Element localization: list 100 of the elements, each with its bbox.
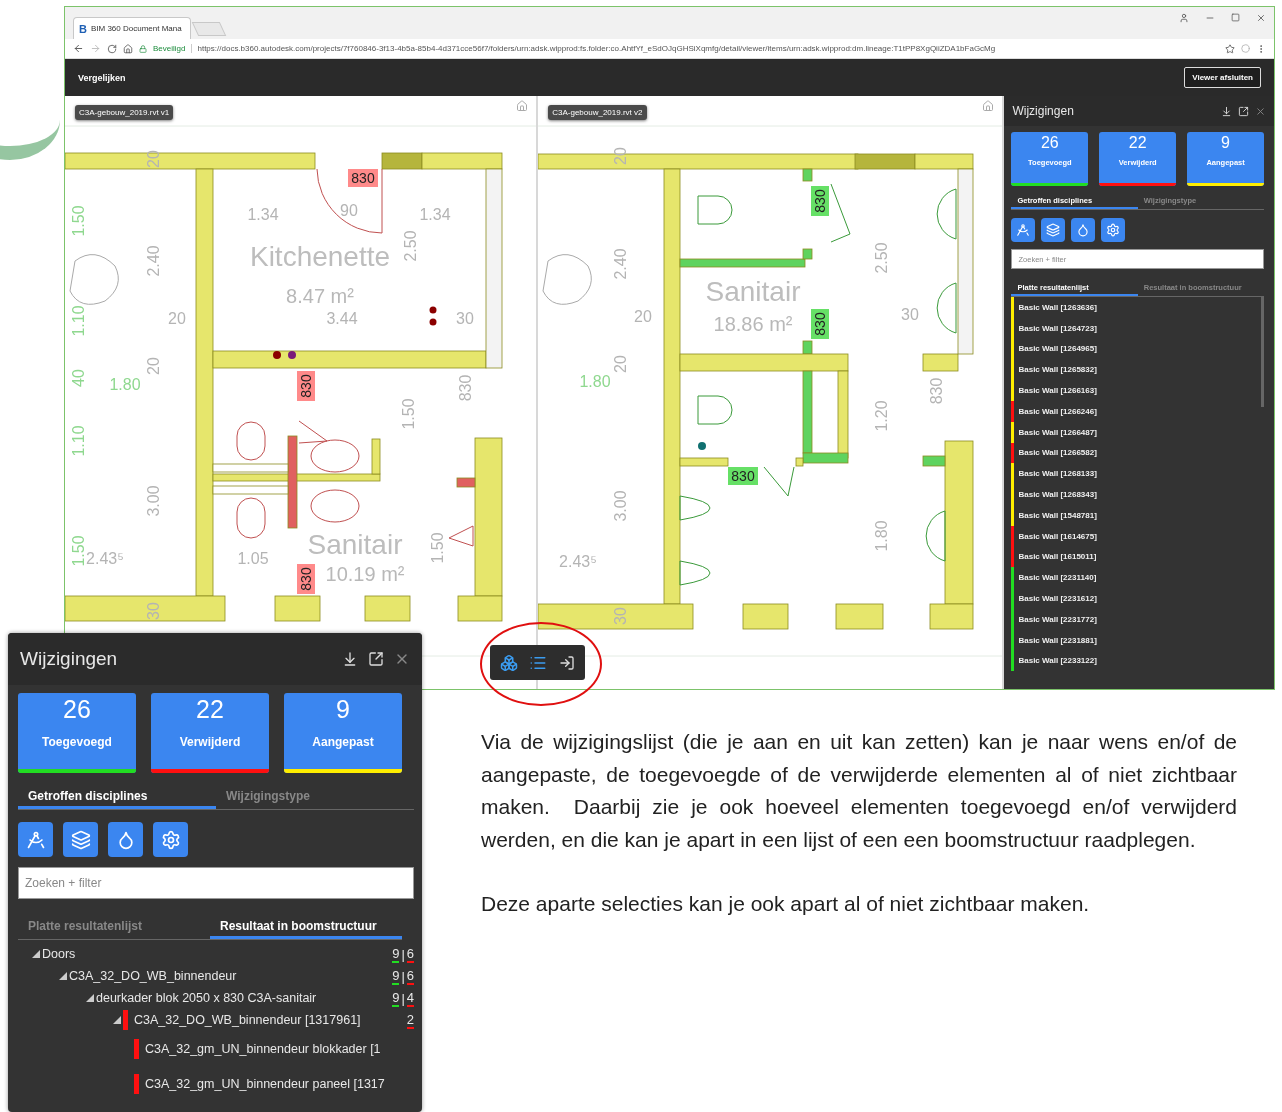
close-viewer-button[interactable]: Viewer afsluiten xyxy=(1184,67,1261,88)
back-icon[interactable] xyxy=(73,43,84,54)
discipline-button[interactable] xyxy=(1041,218,1066,242)
expanded-triangle-icon[interactable] xyxy=(59,972,67,980)
change-summary-card[interactable]: 22 Verwijderd xyxy=(151,693,269,773)
bookmark-star-icon[interactable] xyxy=(1225,43,1235,54)
marker-dot xyxy=(429,318,437,326)
dimension-label: 1.50 xyxy=(69,535,87,567)
result-item[interactable]: Basic Wall [1266487] xyxy=(1014,427,1097,437)
close-icon[interactable] xyxy=(1256,13,1266,23)
url-field[interactable]: https://docs.b360.autodesk.com/projects/7f760846-3f13-4b5a-85b4-4d371cce56f7/folders/urn:adsk.wipprod:fs.folder:co.AhtfYf_eSdOJqGHSiXqmfg/detail/viewer/items/urn:adsk.wipprod:dm.lineage:T1tPP8XgQiiZDA1bFaGcMg xyxy=(191,44,1219,53)
tree-item-label[interactable]: C3A_32_DO_WB_binnendeur [1317961] xyxy=(134,1013,407,1027)
result-item[interactable]: Basic Wall [1266582] xyxy=(1014,448,1097,458)
tree-item-label[interactable]: C3A_32_DO_WB_binnendeur xyxy=(69,969,393,983)
dimension-label: 1.34 xyxy=(247,205,279,223)
change-count: 22 xyxy=(1128,134,1147,152)
discipline-button[interactable] xyxy=(1011,218,1036,242)
change-type-label: Aangepast xyxy=(312,735,374,751)
panel-tab[interactable]: Getroffen disciplines xyxy=(18,789,216,809)
expanded-triangle-icon[interactable] xyxy=(32,950,40,958)
panel-tab[interactable]: Platte resultatenlijst xyxy=(18,919,210,939)
dimension-label: 20 xyxy=(144,150,162,168)
dimension-label: 1.80 xyxy=(579,372,611,390)
secure-label: Beveiligd xyxy=(153,44,186,53)
tree-item-label[interactable]: C3A_32_gm_UN_binnendeur blokkader [1 xyxy=(145,1041,414,1056)
dimension-label: 3.00 xyxy=(611,490,629,522)
home-icon[interactable] xyxy=(516,100,529,112)
result-item[interactable]: Basic Wall [2231612] xyxy=(1014,594,1097,604)
pop-out-icon[interactable] xyxy=(1238,105,1249,117)
toilet xyxy=(697,195,733,225)
toilet xyxy=(236,421,266,461)
count-separator: | xyxy=(401,990,405,1006)
change-summary-card[interactable]: 9 Aangepast xyxy=(284,693,402,773)
count-separator: | xyxy=(401,946,405,962)
door-swing xyxy=(298,420,328,444)
result-item[interactable]: Basic Wall [1268343] xyxy=(1014,490,1097,500)
discipline-button[interactable] xyxy=(1101,218,1126,242)
dimension-label: 20 xyxy=(611,147,629,165)
result-item[interactable]: Basic Wall [1266246] xyxy=(1014,406,1097,416)
result-item[interactable]: Basic Wall [2233122] xyxy=(1014,656,1097,666)
door-swing xyxy=(316,168,383,234)
room-area: 18.86 m² xyxy=(713,313,793,335)
change-count: 9 xyxy=(336,695,350,724)
body-paragraph: Via de wijzigingslijst (die je aan en uit kan zetten) kan je naar wens en/of de aangepaste, de toegevoegde of de verwijderde elementen al of niet zichtbaar maken. Daarbij zie je ook hoeveel elementen toegevoegd en/of verwijderd werden, en die kan je apart in een lijst of een een boomstructuur raadplegen. xyxy=(481,729,1237,853)
file-version-label: C3A-gebouw_2019.rvt v2 xyxy=(548,105,647,120)
door-width-tag: 830 xyxy=(728,467,759,485)
close-icon[interactable] xyxy=(1255,105,1266,117)
scrollbar-thumb[interactable] xyxy=(1261,297,1264,407)
download-icon[interactable] xyxy=(1221,105,1232,117)
dimension-label: 1.80 xyxy=(872,520,890,552)
tab-title: BIM 360 Document Mana xyxy=(90,24,182,33)
result-item[interactable]: Basic Wall [1264965] xyxy=(1014,344,1097,354)
result-item[interactable]: Basic Wall [1615011] xyxy=(1014,552,1097,562)
result-item[interactable]: Basic Wall [1266163] xyxy=(1014,386,1097,396)
result-item[interactable]: Basic Wall [1265832] xyxy=(1014,365,1097,375)
discipline-button[interactable] xyxy=(1071,218,1096,242)
expanded-triangle-icon[interactable] xyxy=(86,994,94,1002)
door-width-tag: 830 xyxy=(297,371,315,401)
tree-item-label[interactable]: Doors xyxy=(42,947,393,961)
panel-tab[interactable]: Wijzigingstype xyxy=(216,789,414,809)
panel-tab[interactable]: Resultaat in boomstructuur xyxy=(210,919,402,939)
dimension-label: 3.44 xyxy=(326,309,358,327)
search-field[interactable]: Zoeken + filter xyxy=(18,867,414,899)
result-item[interactable]: Basic Wall [1614675] xyxy=(1014,531,1097,541)
user-icon[interactable] xyxy=(1179,13,1189,23)
layers-icon xyxy=(70,829,91,850)
wall xyxy=(274,595,321,622)
maximize-icon[interactable] xyxy=(1231,13,1240,22)
result-item[interactable]: Basic Wall [1264723] xyxy=(1014,323,1097,333)
change-summary-card[interactable]: 26 Toegevoegd xyxy=(18,693,136,773)
room-name: Kitchenette xyxy=(249,240,391,272)
room-name: Sanitair xyxy=(705,275,801,307)
download-icon[interactable] xyxy=(342,651,358,667)
result-item[interactable]: Basic Wall [2231772] xyxy=(1014,614,1097,624)
result-item[interactable]: Basic Wall [1263636] xyxy=(1014,302,1097,312)
dimension-label: 20 xyxy=(168,309,186,327)
home-icon[interactable] xyxy=(123,43,133,54)
result-item[interactable]: Basic Wall [2231881] xyxy=(1014,635,1097,645)
browser-tab[interactable]: B BIM 360 Document Mana xyxy=(73,17,191,39)
result-item[interactable]: Basic Wall [2231140] xyxy=(1014,573,1097,583)
tree-item-label[interactable]: C3A_32_gm_UN_binnendeur paneel [1317 xyxy=(145,1076,414,1091)
expanded-triangle-icon[interactable] xyxy=(113,1016,121,1024)
result-item[interactable]: Basic Wall [1268133] xyxy=(1014,469,1097,479)
tree-item-label[interactable]: deurkader blok 2050 x 830 C3A-sanitair xyxy=(96,991,393,1005)
count-separator: | xyxy=(401,968,405,984)
cubes-icon xyxy=(499,653,518,672)
dimension-label: 2.40 xyxy=(611,248,629,280)
change-count: 9 xyxy=(1221,134,1230,152)
room-name: Sanitair xyxy=(307,528,403,560)
result-item[interactable]: Basic Wall [1548781] xyxy=(1014,510,1097,520)
layers-icon xyxy=(1046,223,1061,237)
removed-count: 6 xyxy=(406,945,414,963)
added-count: 9 xyxy=(392,967,400,985)
body-paragraph: Deze aparte selecties kan je ook apart al of niet zichtbaar maken. xyxy=(481,891,1091,917)
pop-out-icon[interactable] xyxy=(368,651,384,667)
dimension-label: 30 xyxy=(456,309,474,327)
exit-icon xyxy=(559,654,576,671)
home-icon[interactable] xyxy=(982,100,995,112)
dimension-label: 30 xyxy=(611,607,629,625)
reload-icon[interactable] xyxy=(107,43,117,54)
